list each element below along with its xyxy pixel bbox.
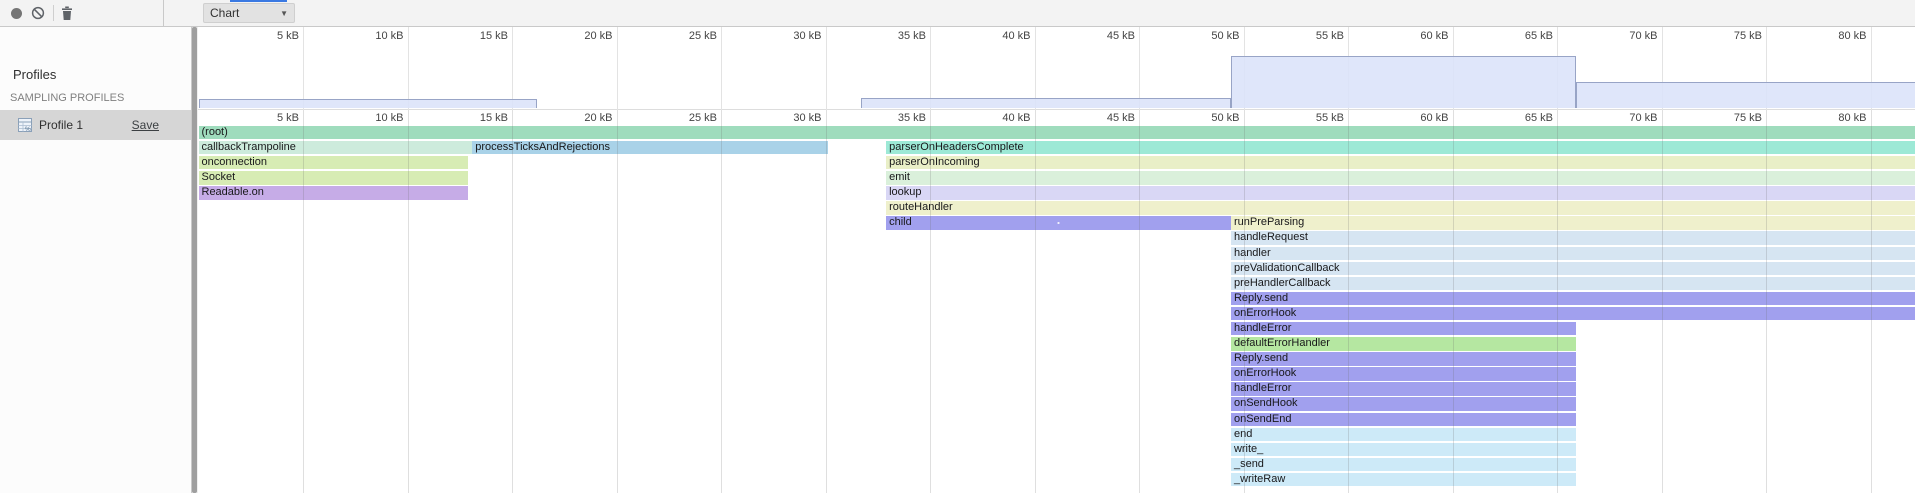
ruler-tick-label: 65 kB	[1487, 111, 1553, 125]
ruler-tick-label: 70 kB	[1592, 111, 1658, 125]
flame-bar[interactable]: Readable.on	[199, 186, 469, 200]
toolbar-separator	[53, 5, 54, 21]
overview-area-segment	[1576, 82, 1915, 108]
overview-area-segment	[1231, 56, 1576, 108]
ruler-tick-label: 10 kB	[338, 30, 404, 42]
delete-profile-button[interactable]	[58, 0, 76, 26]
ruler-tick-label: 60 kB	[1383, 30, 1449, 42]
ruler-tick-label: 80 kB	[1801, 111, 1867, 125]
gridline	[721, 27, 722, 110]
gridline	[617, 27, 618, 110]
ruler-tick-label: 80 kB	[1801, 30, 1867, 42]
sampling-profiles-heading: SAMPLING PROFILES	[10, 92, 124, 104]
record-icon	[11, 8, 22, 19]
ruler-tick-label: 75 kB	[1696, 30, 1762, 42]
gridline	[826, 27, 827, 110]
flame-bar[interactable]: callbackTrampoline	[199, 141, 473, 155]
chevron-down-icon: ▼	[280, 9, 288, 18]
flame-chart: (root)callbackTrampolineprocessTicksAndR…	[198, 125, 1915, 493]
ruler-tick-label: 25 kB	[651, 30, 717, 42]
profiler-toolbar: Chart ▼	[0, 0, 1915, 27]
ruler-tick-label: 30 kB	[756, 111, 822, 125]
flame-bar[interactable]: Reply.send	[1231, 292, 1915, 306]
flame-bar[interactable]: Reply.send	[1231, 352, 1576, 366]
ruler-tick-label: 35 kB	[860, 111, 926, 125]
flame-bar[interactable]: handleRequest	[1231, 231, 1915, 245]
trash-icon	[61, 6, 73, 20]
ruler-tick-label: 35 kB	[860, 30, 926, 42]
flame-bar[interactable]: handler	[1231, 247, 1915, 261]
profiles-sidebar: Profiles SAMPLING PROFILES % Profile 1 S…	[0, 27, 192, 493]
flame-bar[interactable]: onconnection	[199, 156, 469, 170]
flame-bar[interactable]: routeHandler	[886, 201, 1915, 215]
flame-bar[interactable]: runPreParsing	[1231, 216, 1915, 230]
ruler-tick-label: 65 kB	[1487, 30, 1553, 42]
active-tab-indicator	[230, 0, 287, 2]
sidebar-title: Profiles	[13, 67, 56, 82]
ruler-tick-label: 40 kB	[965, 111, 1031, 125]
clear-profiles-button[interactable]	[29, 0, 47, 26]
ruler-tick-label: 20 kB	[547, 30, 613, 42]
overview-area-segment	[199, 99, 538, 108]
flame-bar[interactable]: Socket	[199, 171, 469, 185]
ruler-tick-label: 60 kB	[1383, 111, 1449, 125]
ruler-tick-label: 50 kB	[1174, 111, 1240, 125]
ruler-tick-label: 15 kB	[442, 30, 508, 42]
flame-bar[interactable]: handleError	[1231, 322, 1576, 336]
scrollbar-thumb[interactable]	[192, 27, 197, 493]
view-mode-value: Chart	[210, 6, 239, 20]
svg-text:%: %	[25, 126, 31, 133]
view-mode-select[interactable]: Chart ▼	[203, 3, 295, 23]
flame-bar[interactable]: write_	[1231, 443, 1576, 457]
flame-bar[interactable]: parserOnIncoming	[886, 156, 1915, 170]
ruler-tick-label: 5 kB	[233, 30, 299, 42]
flame-bar[interactable]: handleError	[1231, 382, 1576, 396]
flame-bar[interactable]: preValidationCallback	[1231, 262, 1915, 276]
ruler-tick-label: 75 kB	[1696, 111, 1762, 125]
flame-bar[interactable]: defaultErrorHandler	[1231, 337, 1576, 351]
flame-bar[interactable]: lookup	[886, 186, 1915, 200]
ruler-tick-label: 45 kB	[1069, 30, 1135, 42]
ruler-tick-label: 20 kB	[547, 111, 613, 125]
flame-bar[interactable]: parserOnHeadersComplete	[886, 141, 1915, 155]
chart-pane: 5 kB 10 kB 15 kB 20 kB 25 kB 30 kB 35 kB 40 kB 4…	[198, 27, 1915, 493]
flame-bar[interactable]: _writeRaw	[1231, 473, 1576, 487]
gridline	[512, 27, 513, 110]
allocation-overview[interactable]: 5 kB 10 kB 15 kB 20 kB 25 kB 30 kB 35 kB 40 kB 4…	[198, 27, 1915, 110]
ruler-tick-label: 45 kB	[1069, 111, 1135, 125]
ruler-tick-label: 50 kB	[1174, 30, 1240, 42]
ruler-tick-label: 10 kB	[338, 111, 404, 125]
ruler-tick-label: 70 kB	[1592, 30, 1658, 42]
ruler-tick-label: 5 kB	[233, 111, 299, 125]
panel-separator	[163, 0, 164, 26]
ruler-tick-label: 55 kB	[1278, 111, 1344, 125]
sidebar-item-profile-1[interactable]: % Profile 1 Save	[0, 110, 191, 140]
ruler-tick-label: 30 kB	[756, 30, 822, 42]
record-button[interactable]	[7, 0, 25, 26]
gridline	[303, 27, 304, 110]
flame-bar[interactable]: end	[1231, 428, 1576, 442]
flame-bar[interactable]: onSendHook	[1231, 397, 1576, 411]
ruler-tick-label: 25 kB	[651, 111, 717, 125]
flame-chart-ruler: 5 kB 10 kB 15 kB 20 kB 25 kB 30 kB 35 kB 40 kB 4…	[198, 110, 1915, 125]
flame-bar[interactable]: child	[886, 216, 1231, 230]
ruler-tick-label: 15 kB	[442, 111, 508, 125]
gridline	[408, 27, 409, 110]
flame-bar[interactable]: processTicksAndRejections	[472, 141, 827, 155]
overview-area-segment	[861, 98, 1231, 108]
ruler-tick-label: 40 kB	[965, 30, 1031, 42]
flame-bar[interactable]: onErrorHook	[1231, 367, 1576, 381]
flame-bar[interactable]: (root)	[199, 126, 1915, 140]
flame-bar[interactable]: onSendEnd	[1231, 413, 1576, 427]
flame-bar[interactable]: _send	[1231, 458, 1576, 472]
ruler-tick-label: 55 kB	[1278, 30, 1344, 42]
memory-profiler-panel: Chart ▼ Profiles SAMPLING PROFILES % Pro…	[0, 0, 1915, 493]
flame-bar[interactable]: onErrorHook	[1231, 307, 1915, 321]
flame-bar[interactable]: emit	[886, 171, 1915, 185]
flame-bar[interactable]: preHandlerCallback	[1231, 277, 1915, 291]
profile-icon: %	[17, 117, 33, 133]
profile-name: Profile 1	[39, 118, 83, 132]
save-profile-link[interactable]: Save	[132, 118, 159, 132]
block-icon	[31, 6, 45, 20]
